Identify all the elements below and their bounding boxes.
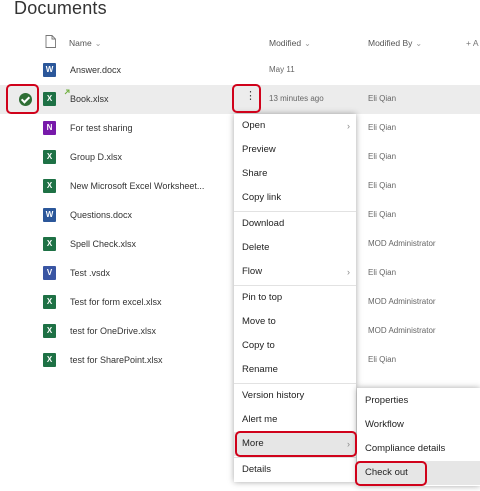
highlight-select-checkbox [6,84,39,114]
menu-item-move-to[interactable]: Move to [234,310,356,334]
page-title: Documents [14,0,107,18]
modified-by: Eli Qian [368,268,397,277]
word-file-icon: W [43,208,56,222]
add-column-button[interactable]: + A [466,38,479,48]
file-name[interactable]: Spell Check.xlsx [70,239,136,249]
menu-item-details[interactable]: Details [234,458,356,482]
modified-by: MOD Administrator [368,239,436,248]
chevron-down-icon: ⌄ [415,39,423,48]
context-menu: Open › Preview Share Copy link Download D… [234,114,356,482]
visio-file-icon: V [43,266,56,280]
menu-item-copy-to[interactable]: Copy to [234,334,356,358]
file-name[interactable]: Questions.docx [70,210,132,220]
file-name[interactable]: For test sharing [70,123,133,133]
file-name[interactable]: Answer.docx [70,65,121,75]
file-name[interactable]: test for SharePoint.xlsx [70,355,163,365]
chevron-down-icon: ⌄ [304,39,311,48]
menu-item-properties[interactable]: Properties [357,389,480,413]
modified-by: Eli Qian [368,152,397,161]
highlight-more-options [232,84,261,113]
file-name[interactable]: Test for form excel.xlsx [70,297,162,307]
menu-item-flow[interactable]: Flow › [234,260,356,284]
column-header-modified-by[interactable]: Modified By ⌄ [368,38,422,48]
modified-by: Eli Qian [368,123,397,132]
chevron-right-icon: › [347,121,350,131]
menu-item-delete[interactable]: Delete [234,236,356,260]
menu-item-rename[interactable]: Rename [234,358,356,382]
modified-by: Eli Qian [368,210,397,219]
excel-file-icon: X [43,353,56,367]
menu-item-version-history[interactable]: Version history [234,384,356,408]
column-header-modified-label: Modified [269,38,302,48]
highlight-check-out [355,461,427,486]
modified-by: MOD Administrator [368,297,436,306]
document-icon [45,35,56,48]
excel-file-icon: X [43,179,56,193]
column-header-name-label: Name [69,38,92,48]
file-name[interactable]: Test .vsdx [70,268,110,278]
menu-item-pin-to-top[interactable]: Pin to top [234,286,356,310]
modified-by: MOD Administrator [368,326,436,335]
column-header-modified-by-label: Modified By [368,38,413,48]
word-file-icon: W [43,63,56,77]
modified-by: Eli Qian [368,355,397,364]
file-name[interactable]: Group D.xlsx [70,152,122,162]
menu-item-download[interactable]: Download [234,212,356,236]
excel-file-icon: X [43,150,56,164]
excel-file-icon: X [43,237,56,251]
file-name[interactable]: New Microsoft Excel Worksheet... [70,181,204,191]
menu-item-compliance-details[interactable]: Compliance details [357,437,480,461]
excel-file-icon: X [43,92,56,106]
modified-date: May 11 [269,65,295,74]
chevron-right-icon: › [347,267,350,277]
menu-item-alert-me[interactable]: Alert me [234,408,356,432]
table-row[interactable]: W Answer.docx May 11 [0,56,480,85]
column-header-name[interactable]: Name ⌄ [69,38,101,48]
onenote-file-icon: N [43,121,56,135]
modified-by: Eli Qian [368,181,397,190]
excel-file-icon: X [43,295,56,309]
column-header-modified[interactable]: Modified ⌄ [269,38,311,48]
file-name[interactable]: test for OneDrive.xlsx [70,326,156,336]
menu-item-workflow[interactable]: Workflow [357,413,480,437]
menu-item-open[interactable]: Open › [234,114,356,138]
modified-by: Eli Qian [368,94,397,103]
chevron-down-icon: ⌄ [94,39,102,48]
file-name[interactable]: Book.xlsx [70,94,109,104]
modified-date: 13 minutes ago [269,94,324,103]
menu-item-share[interactable]: Share [234,162,356,186]
highlight-more-menu-item [235,431,357,457]
excel-file-icon: X [43,324,56,338]
menu-item-copy-link[interactable]: Copy link [234,186,356,210]
menu-item-preview[interactable]: Preview [234,138,356,162]
